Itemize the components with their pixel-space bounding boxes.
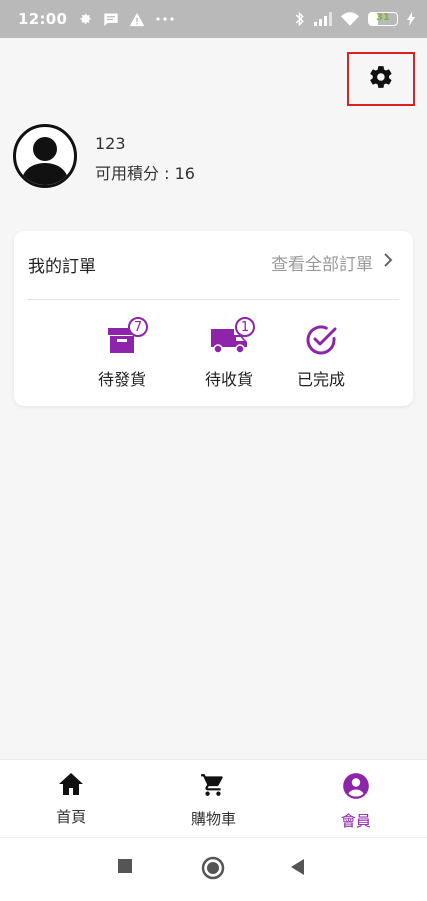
gear-alert-icon: [77, 11, 93, 27]
to-receive-badge: 1: [235, 317, 255, 337]
recents-square-icon[interactable]: [117, 858, 133, 878]
nav-home[interactable]: 首頁: [0, 760, 142, 838]
orders-card: 我的訂單 查看全部訂單 7 待發貨 1 待收貨 已完成: [14, 231, 413, 406]
settings-icon: [368, 64, 394, 94]
check-circle-icon: [304, 323, 338, 361]
nav-home-label: 首頁: [56, 808, 87, 826]
username: 123: [95, 134, 126, 153]
battery-level: 31: [376, 12, 390, 23]
view-all-orders-link[interactable]: 查看全部訂單: [271, 250, 393, 275]
nav-member-label: 會員: [340, 812, 371, 830]
settings-button[interactable]: [347, 52, 415, 106]
status-time: 12:00: [18, 10, 68, 28]
system-nav-bar: [0, 837, 427, 901]
battery-icon: 31: [368, 12, 398, 26]
more-icon: [155, 16, 175, 22]
profile-section: 123 可用積分 : 16: [13, 124, 413, 192]
cart-icon: [200, 772, 226, 802]
nav-cart-label: 購物車: [190, 810, 236, 828]
completed-label: 已完成: [296, 370, 345, 389]
home-circle-icon[interactable]: [201, 856, 225, 884]
message-icon: [103, 12, 119, 27]
order-status-completed[interactable]: 已完成: [266, 324, 376, 392]
to-ship-label: 待發貨: [97, 370, 146, 389]
divider: [28, 299, 399, 300]
bottom-nav: 首頁 購物車 會員: [0, 759, 427, 838]
status-bar: 12:00 31: [0, 0, 427, 38]
home-icon: [58, 772, 84, 800]
view-all-orders-label: 查看全部訂單: [271, 255, 373, 275]
warning-icon: [129, 12, 145, 27]
orders-title: 我的訂單: [28, 257, 96, 277]
to-ship-badge: 7: [128, 317, 148, 337]
signal-icon: [314, 12, 332, 26]
avatar[interactable]: [13, 124, 77, 188]
back-triangle-icon[interactable]: [290, 858, 306, 880]
charging-icon: [407, 12, 415, 26]
order-status-to-ship[interactable]: 7 待發貨: [67, 317, 177, 392]
to-receive-label: 待收貨: [204, 370, 253, 389]
nav-member[interactable]: 會員: [285, 760, 427, 838]
available-points: 可用積分 : 16: [95, 164, 195, 183]
chevron-right-icon: [383, 252, 393, 273]
bluetooth-icon: [294, 11, 305, 27]
account-icon: [342, 772, 370, 804]
nav-cart[interactable]: 購物車: [142, 760, 284, 838]
wifi-icon: [341, 12, 359, 26]
